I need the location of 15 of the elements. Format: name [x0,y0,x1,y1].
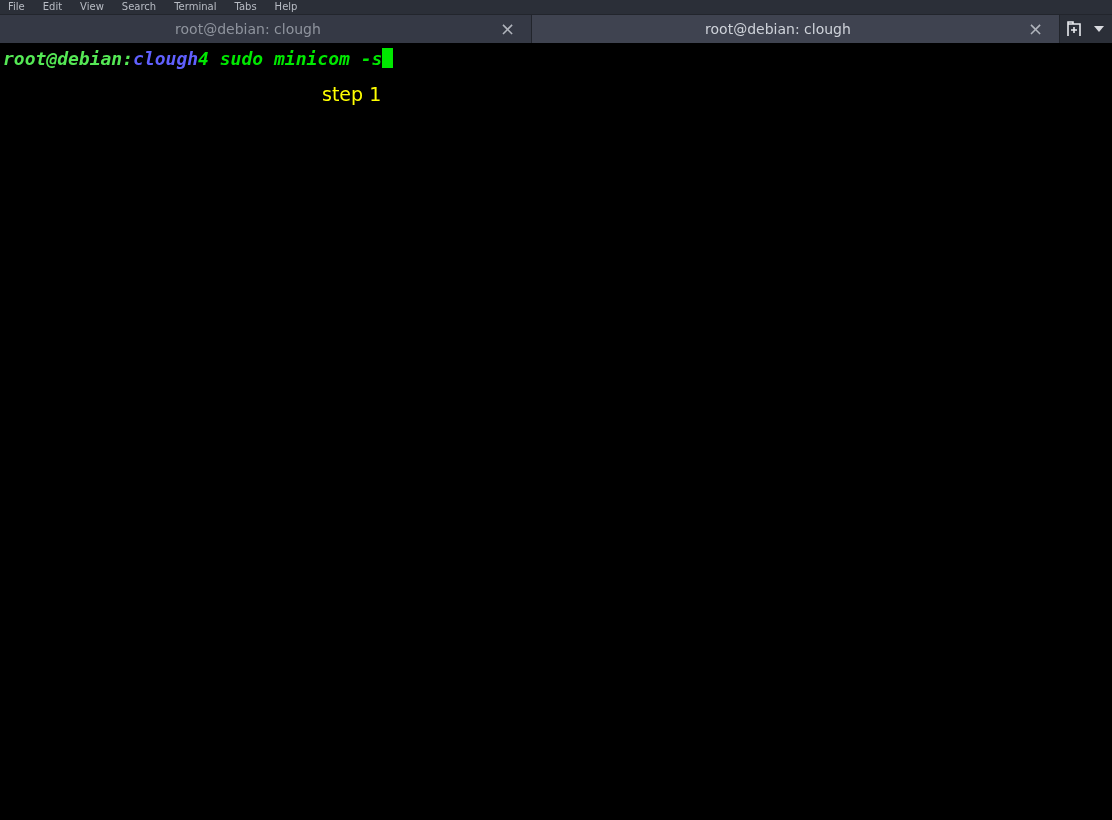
menu-item[interactable]: Edit [42,0,63,14]
annotation-text: step 1 [322,82,382,107]
menu-item[interactable]: View [80,0,104,14]
close-tab-button[interactable]: × [1023,20,1047,38]
terminal-tab[interactable]: root@debian: clough × [532,15,1060,43]
terminal-tab[interactable]: root@debian: clough × [0,15,532,43]
command-line: root@debian:clough4 sudo minicom -s [3,48,383,69]
menu-item[interactable]: Tabs [234,0,257,14]
dropdown-caret-icon[interactable] [1094,26,1104,32]
menu-item[interactable]: Search [121,0,157,14]
menu-item[interactable]: Terminal [174,0,217,14]
new-tab-icon [1066,21,1082,37]
menu-item[interactable]: File [8,0,25,14]
close-tab-button[interactable]: × [495,20,519,38]
menu-item[interactable]: Help [274,0,298,14]
